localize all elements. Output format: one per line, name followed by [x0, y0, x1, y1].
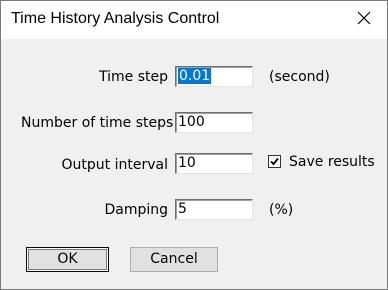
output-interval-value: 10	[178, 155, 196, 171]
dialog-title: Time History Analysis Control	[11, 10, 220, 27]
num-steps-label: Number of time steps	[21, 115, 174, 131]
damping-unit: (%)	[269, 202, 294, 218]
save-results-checkbox[interactable]	[268, 155, 281, 168]
close-button[interactable]	[341, 1, 387, 39]
cancel-button[interactable]: Cancel	[130, 247, 218, 272]
ok-button[interactable]: OK	[26, 247, 109, 272]
damping-label: Damping	[104, 202, 168, 218]
damping-input[interactable]: 5	[175, 199, 253, 220]
output-interval-label: Output interval	[61, 157, 168, 173]
checkmark-icon	[270, 157, 279, 166]
time-step-input[interactable]: 0.01	[175, 66, 253, 87]
time-step-unit: (second)	[269, 69, 330, 85]
num-steps-value: 100	[178, 114, 205, 130]
save-results-label[interactable]: Save results	[289, 154, 375, 170]
dialog-body: Time step 0.01 (second) Number of time s…	[1, 39, 387, 289]
dialog-window: Time History Analysis Control Time step …	[0, 0, 388, 290]
output-interval-input[interactable]: 10	[175, 153, 253, 174]
damping-value: 5	[178, 201, 187, 217]
time-step-label: Time step	[99, 69, 168, 85]
num-steps-input[interactable]: 100	[175, 112, 253, 133]
title-bar[interactable]: Time History Analysis Control	[1, 1, 387, 39]
close-icon	[357, 11, 371, 29]
time-step-value: 0.01	[178, 68, 212, 84]
